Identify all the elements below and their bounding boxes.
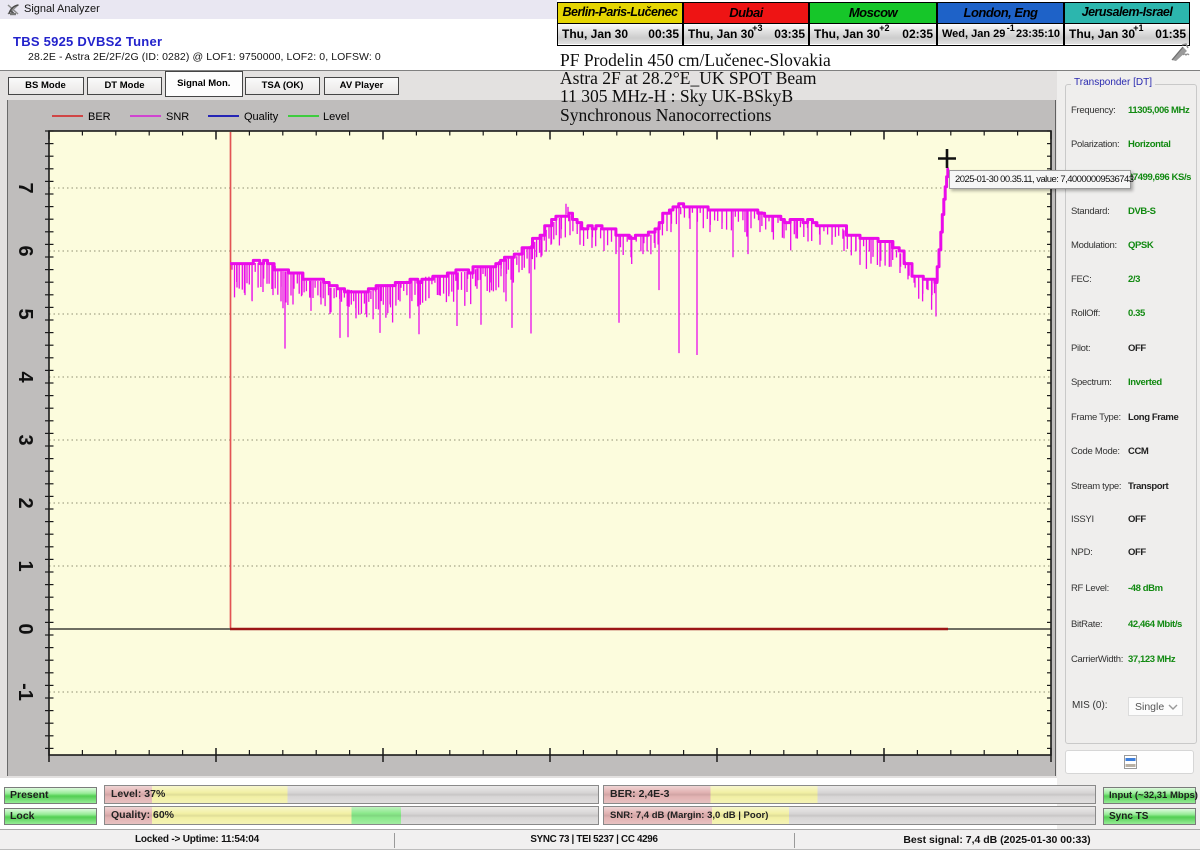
svg-text:0: 0 [14, 623, 36, 634]
svg-text:3: 3 [14, 434, 36, 445]
svg-text:-1: -1 [14, 683, 36, 701]
svg-text:7: 7 [14, 182, 36, 193]
svg-text:1: 1 [14, 560, 36, 571]
svg-text:2: 2 [14, 497, 36, 508]
svg-text:6: 6 [14, 245, 36, 256]
svg-text:5: 5 [14, 308, 36, 319]
svg-text:4: 4 [14, 371, 36, 383]
